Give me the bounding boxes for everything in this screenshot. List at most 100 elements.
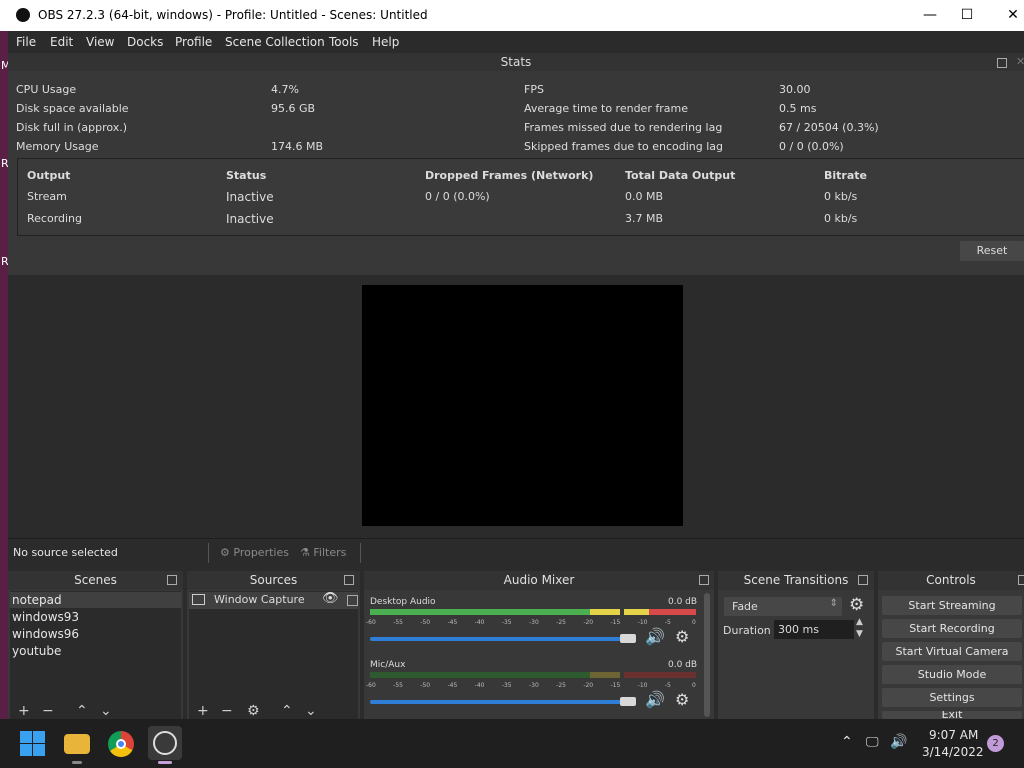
menu-profile[interactable]: Profile [175,35,212,49]
menu-tools[interactable]: Tools [329,35,359,49]
scene-item[interactable]: notepad [12,593,62,607]
menu-file[interactable]: File [16,35,36,49]
transition-select[interactable]: Fade ⇕ [724,597,842,616]
exit-button[interactable]: Exit [882,711,1022,719]
add-scene-icon[interactable]: + [18,703,30,719]
network-icon[interactable]: 🖵 [866,735,879,750]
obs-logo-icon [16,8,30,22]
window-title: OBS 27.2.3 (64-bit, windows) - Profile: … [38,8,428,22]
audio-settings-gear-icon[interactable]: ⚙ [675,627,689,646]
audio-mixer-title: Audio Mixer [364,571,714,590]
windows-start-icon[interactable] [20,731,46,757]
menu-docks[interactable]: Docks [127,35,163,49]
scene-item[interactable]: windows96 [12,627,79,641]
settings-button[interactable]: Settings [882,688,1022,707]
sources-list[interactable]: Window Capture 👁 + − ⚙ ⌃ ⌄ [189,591,358,719]
stat-label: Disk full in (approx.) [16,121,128,134]
reset-button[interactable]: Reset [960,241,1024,261]
window-capture-icon [192,594,205,605]
mixer-scrollbar[interactable] [704,593,710,717]
volume-slider-handle[interactable] [620,634,636,643]
properties-label: Properties [233,546,289,559]
table-cell: Inactive [226,190,274,204]
menu-view[interactable]: View [86,35,114,49]
undock-icon[interactable] [858,575,868,585]
menu-scene-collection[interactable]: Scene Collection [225,35,325,49]
remove-scene-icon[interactable]: − [42,703,54,719]
scene-item[interactable]: youtube [12,644,61,658]
chevron-up-icon[interactable]: ⌃ [841,734,853,750]
move-down-icon[interactable]: ⌄ [305,703,317,719]
speaker-mute-icon[interactable]: 🔊 [645,690,665,709]
properties-button[interactable]: ⚙ Properties [220,543,289,563]
source-toolbar: No source selected ⚙ Properties ⚗ Filter… [8,538,1024,567]
meter-tick-label: -10 [637,682,648,689]
filters-button[interactable]: ⚗ Filters [300,543,346,563]
speaker-mute-icon[interactable]: 🔊 [645,627,665,646]
volume-slider-mic-aux[interactable] [370,700,634,704]
chrome-icon[interactable] [108,731,134,757]
close-dock-icon[interactable]: ✕ [1016,55,1024,68]
duration-down-icon[interactable]: ▼ [856,629,863,639]
lock-icon[interactable] [347,595,358,606]
gear-icon: ⚙ [220,546,230,559]
meter-tick-label: -5 [664,682,671,689]
scenes-list[interactable]: notepad windows93 windows96 youtube + − … [10,591,181,719]
window-title-bar[interactable]: OBS 27.2.3 (64-bit, windows) - Profile: … [0,0,1024,31]
visibility-eye-icon[interactable]: 👁 [322,591,339,606]
audio-channel-db: 0.0 dB [668,660,698,670]
table-cell: 0 kb/s [824,190,858,203]
stat-label: Average time to render frame [524,102,688,115]
duration-up-icon[interactable]: ▲ [856,617,863,627]
duration-input[interactable]: 300 ms [774,620,854,639]
start-streaming-button[interactable]: Start Streaming [882,596,1022,615]
table-cell: Inactive [226,212,274,226]
transition-settings-gear-icon[interactable]: ⚙ [849,595,864,615]
table-cell: Recording [27,212,83,225]
scene-item[interactable]: windows93 [12,610,79,624]
stat-value: 174.6 MB [271,140,324,153]
meter-tick-label: -25 [556,619,566,626]
move-up-icon[interactable]: ⌃ [281,703,293,719]
menu-edit[interactable]: Edit [50,35,73,49]
stat-label: Frames missed due to rendering lag [524,121,723,134]
obs-taskbar-button[interactable] [148,726,182,760]
volume-slider-desktop-audio[interactable] [370,637,634,641]
volume-icon[interactable]: 🔊 [890,734,907,750]
active-app-indicator [158,761,172,764]
move-down-icon[interactable]: ⌄ [100,703,112,719]
output-stats-table: Output Status Dropped Frames (Network) T… [17,158,1024,236]
undock-icon[interactable] [344,575,354,585]
studio-mode-button[interactable]: Studio Mode [882,665,1022,684]
preview-canvas[interactable] [362,285,683,526]
menu-help[interactable]: Help [372,35,399,49]
add-source-icon[interactable]: + [197,703,209,719]
volume-slider-handle[interactable] [620,697,636,706]
meter-tick-label: 0 [692,619,696,626]
audio-settings-gear-icon[interactable]: ⚙ [675,690,689,709]
undock-icon[interactable] [997,58,1007,68]
move-up-icon[interactable]: ⌃ [76,703,88,719]
start-virtual-camera-button[interactable]: Start Virtual Camera [882,642,1022,661]
undock-icon[interactable] [1018,575,1024,585]
stat-value: 95.6 GB [271,102,316,115]
notification-badge[interactable]: 2 [987,735,1004,752]
file-explorer-icon[interactable] [64,734,90,754]
remove-source-icon[interactable]: − [221,703,233,719]
source-row[interactable]: Window Capture 👁 [189,591,358,609]
stat-value: 67 / 20504 (0.3%) [779,121,879,134]
undock-icon[interactable] [699,575,709,585]
source-status: No source selected [13,546,118,559]
undock-icon[interactable] [167,575,177,585]
stat-value: 0 / 0 (0.0%) [779,140,844,153]
maximize-button[interactable]: ☐ [944,0,990,31]
close-button[interactable]: ✕ [990,0,1024,31]
start-recording-button[interactable]: Start Recording [882,619,1022,638]
source-properties-gear-icon[interactable]: ⚙ [247,703,260,719]
divider [360,543,361,563]
audio-channel-db: 0.0 dB [668,597,698,607]
clock-time[interactable]: 9:07 AM [929,728,978,742]
clock-date[interactable]: 3/14/2022 [922,745,984,759]
divider [208,543,209,563]
sources-title: Sources [187,571,360,590]
